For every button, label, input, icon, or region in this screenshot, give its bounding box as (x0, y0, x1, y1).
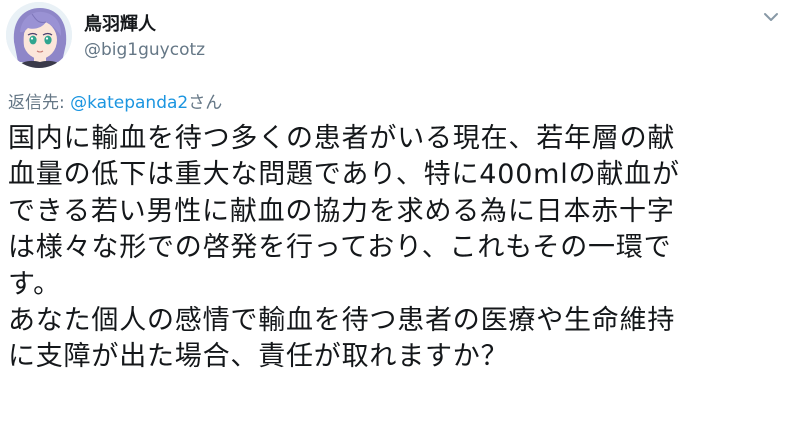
reply-context: 返信先: @katepanda2さん (8, 88, 222, 113)
author-handle[interactable]: @big1guycotz (84, 40, 205, 60)
avatar-illustration-icon (6, 2, 72, 68)
tweet-text-line: できる若い男性に献血の協力を求める為に日本赤十字 (8, 195, 675, 227)
tweet-text-line: 国内に輸血を待つ多くの患者がいる現在、若年層の献 (8, 123, 676, 154)
tweet-text: 国内に輸血を待つ多くの患者がいる現在、若年層の献 血量の低下は重大な問題であり、… (8, 121, 798, 376)
tweet-text-line: 血量の低下は重大な問題であり、特に400mlの献血が (8, 159, 680, 191)
tweet-text-line: あなた個人の感情で輸血を待つ患者の医療や生命維持 (8, 305, 676, 337)
tweet-card: 鳥羽輝人 @big1guycotz 返信先: @katepanda2さん 国内に… (0, 0, 800, 426)
reply-to-handle-link[interactable]: @katepanda2 (70, 93, 188, 113)
reply-prefix: 返信先: (8, 93, 71, 113)
avatar[interactable] (6, 2, 72, 68)
chevron-down-icon (764, 13, 778, 21)
tweet-text-line: に支障が出た場合、責任が取れますか？ (8, 341, 509, 373)
author-display-name[interactable]: 鳥羽輝人 (84, 10, 156, 36)
more-options-button[interactable] (756, 4, 786, 30)
tweet-text-line: す。 (8, 268, 61, 300)
tweet-text-line: は様々な形での啓発を行っており、これもその一環で (8, 232, 672, 264)
reply-suffix: さん (188, 93, 223, 113)
